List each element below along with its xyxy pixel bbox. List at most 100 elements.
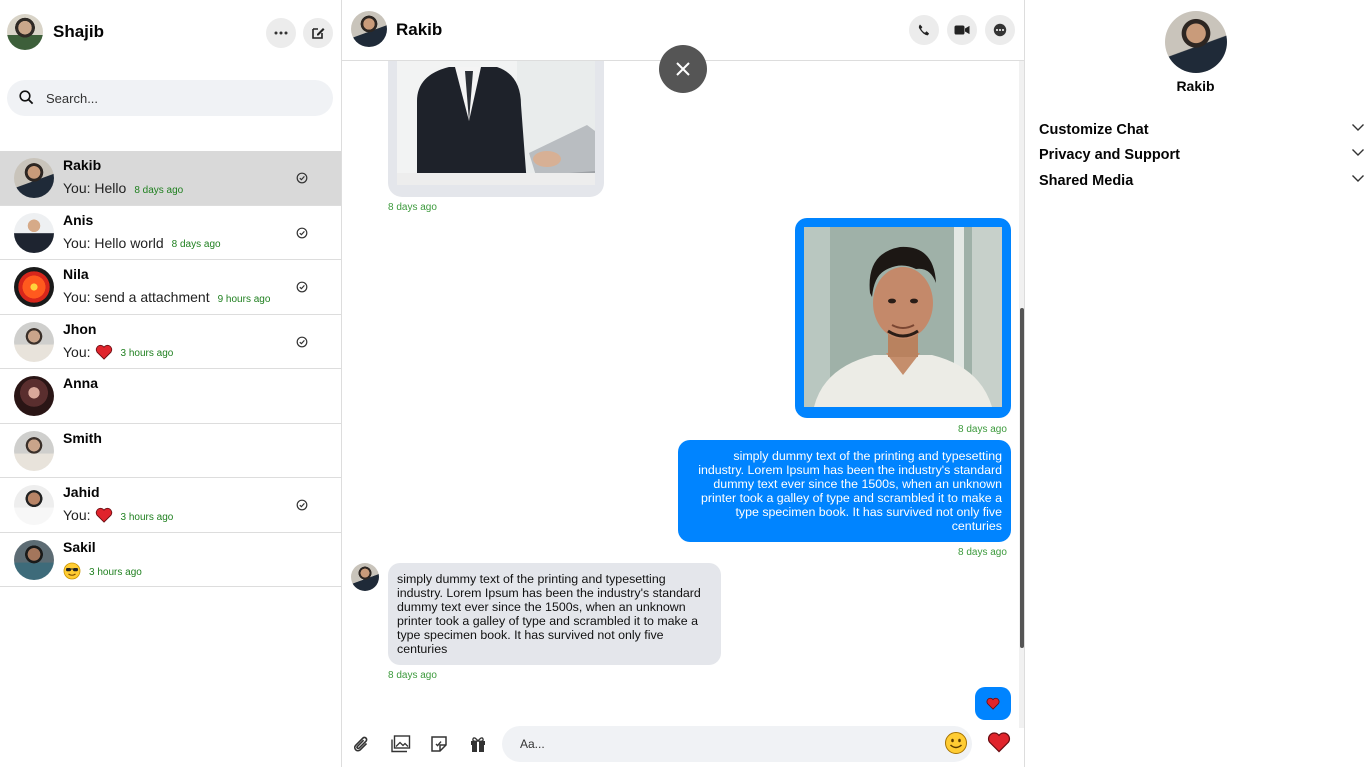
video-call-button[interactable] <box>947 15 977 45</box>
conversation-sidebar: Shajib Rakib You: Hello 8 days ago <box>0 0 342 767</box>
conversation-info-panel: Rakib Customize Chat Privacy and Support… <box>1024 0 1365 767</box>
section-label: Shared Media <box>1039 173 1134 189</box>
conversation-item-anna[interactable]: Anna <box>0 369 341 424</box>
message-timestamp: 8 days ago <box>958 424 1007 435</box>
emoji-icon[interactable] <box>944 731 968 755</box>
section-label: Privacy and Support <box>1039 147 1181 163</box>
privacy-support-section[interactable]: Privacy and Support <box>1039 145 1364 167</box>
conversation-preview: You: send a attachment 9 hours ago <box>63 289 270 305</box>
conversation-preview: You: 3 hours ago <box>63 344 173 360</box>
peer-avatar[interactable] <box>351 11 387 47</box>
received-image-message[interactable] <box>388 61 604 197</box>
heart-icon <box>95 507 112 523</box>
close-icon <box>676 62 690 76</box>
more-circle-icon <box>993 23 1007 37</box>
avatar <box>14 430 54 471</box>
sent-text-message[interactable]: simply dummy text of the printing and ty… <box>678 440 1011 542</box>
peer-name[interactable]: Rakib <box>396 20 442 40</box>
preview-text: You: <box>63 507 91 523</box>
conversation-preview: You: Hello world 8 days ago <box>63 235 221 251</box>
profile-avatar[interactable] <box>1165 11 1227 73</box>
conversation-name: Jhon <box>63 320 97 337</box>
avatar <box>14 267 54 307</box>
close-button[interactable] <box>659 45 707 93</box>
new-message-button[interactable] <box>303 18 333 48</box>
preview-text: You: <box>63 343 91 360</box>
heart-icon <box>95 344 112 360</box>
conversation-name: Smith <box>63 429 102 446</box>
more-options-button[interactable] <box>266 18 296 48</box>
message-photo <box>804 227 1002 407</box>
search-input[interactable] <box>46 88 316 108</box>
avatar <box>14 376 54 416</box>
send-heart-icon[interactable] <box>987 731 1011 753</box>
chevron-down-icon <box>1352 149 1364 156</box>
sunglasses-emoji-icon <box>63 562 81 579</box>
search-box[interactable] <box>7 80 333 116</box>
message-composer <box>342 722 1024 767</box>
search-icon <box>19 90 34 105</box>
conversation-name: Sakil <box>63 538 96 555</box>
conversation-preview: You: 3 hours ago <box>63 507 173 523</box>
conversation-name: Rakib <box>63 157 102 173</box>
heart-icon <box>986 697 1000 710</box>
sent-image-message[interactable] <box>795 218 1011 418</box>
sender-avatar <box>351 563 379 591</box>
avatar <box>14 539 54 580</box>
conversation-preview: 3 hours ago <box>63 562 142 580</box>
businessman-photo <box>397 61 595 185</box>
profile-name: Rakib <box>1176 78 1215 94</box>
avatar <box>14 321 54 362</box>
message-timestamp: 8 days ago <box>388 670 437 681</box>
image-gallery-icon[interactable] <box>391 735 411 753</box>
conversation-item-jhon[interactable]: Jhon You: 3 hours ago <box>0 315 341 369</box>
paperclip-icon[interactable] <box>352 735 372 755</box>
message-photo <box>397 61 595 185</box>
video-camera-icon <box>954 25 970 35</box>
read-check-icon <box>296 336 308 347</box>
conversation-item-smith[interactable]: Smith <box>0 424 341 478</box>
preview-time: 8 days ago <box>134 184 184 196</box>
conversation-item-jahid[interactable]: Jahid You: 3 hours ago <box>0 478 341 533</box>
conversation-preview: You: Hello 8 days ago <box>63 180 183 196</box>
message-input-box[interactable] <box>502 726 972 762</box>
conversation-name: Nila <box>63 266 89 282</box>
conversation-name: Jahid <box>63 484 100 500</box>
shared-media-section[interactable]: Shared Media <box>1039 171 1364 193</box>
preview-time: 8 days ago <box>171 239 221 250</box>
phone-icon <box>918 24 930 36</box>
conversation-name: Anna <box>63 375 98 391</box>
conversation-info-button[interactable] <box>985 15 1015 45</box>
portrait-photo <box>804 227 1002 407</box>
conversation-name: Anis <box>63 211 94 228</box>
conversation-list: Rakib You: Hello 8 days ago Anis You: He… <box>0 151 341 587</box>
chat-panel: 8 days ago 8 days ago simply dummy text … <box>342 0 1024 767</box>
avatar <box>14 158 54 198</box>
ellipsis-icon <box>274 31 288 35</box>
avatar <box>14 212 54 253</box>
received-text-message[interactable]: simply dummy text of the printing and ty… <box>388 563 721 665</box>
preview-time: 3 hours ago <box>89 567 142 578</box>
sticker-icon[interactable] <box>430 735 448 753</box>
preview-time: 9 hours ago <box>217 293 271 305</box>
read-check-icon <box>296 281 308 293</box>
gift-icon[interactable] <box>469 735 487 753</box>
customize-chat-section[interactable]: Customize Chat <box>1039 120 1364 142</box>
my-avatar[interactable] <box>7 14 43 50</box>
preview-text: You: Hello world <box>63 234 164 251</box>
chevron-down-icon <box>1352 175 1364 182</box>
voice-call-button[interactable] <box>909 15 939 45</box>
preview-text: You: send a attachment <box>63 289 210 305</box>
compose-icon <box>312 28 325 39</box>
section-label: Customize Chat <box>1039 122 1149 138</box>
conversation-item-rakib[interactable]: Rakib You: Hello 8 days ago <box>0 151 341 206</box>
preview-time: 3 hours ago <box>120 511 174 523</box>
message-timestamp: 8 days ago <box>388 202 437 213</box>
message-timestamp: 8 days ago <box>958 547 1007 558</box>
sent-heart-message[interactable] <box>975 687 1011 720</box>
conversation-item-nila[interactable]: Nila You: send a attachment 9 hours ago <box>0 260 341 315</box>
preview-time: 3 hours ago <box>120 348 174 359</box>
conversation-item-anis[interactable]: Anis You: Hello world 8 days ago <box>0 206 341 260</box>
message-input[interactable] <box>520 735 920 753</box>
conversation-item-sakil[interactable]: Sakil 3 hours ago <box>0 533 341 587</box>
